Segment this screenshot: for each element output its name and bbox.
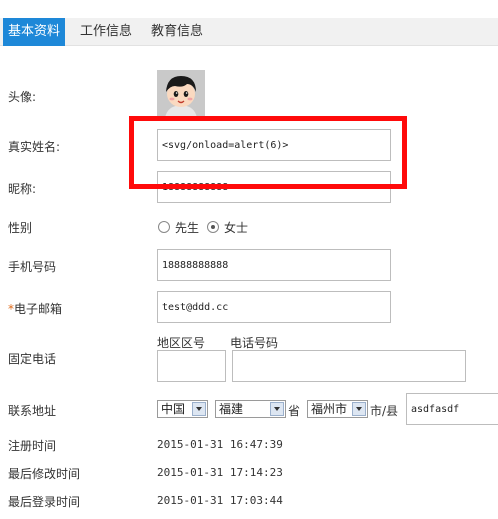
province-suffix: 省 [288, 404, 301, 418]
avatar-label: 头像: [8, 90, 37, 104]
last-login-label: 最后登录时间 [8, 495, 81, 509]
gender-radio-female[interactable] [207, 221, 219, 233]
city-select[interactable]: 福州市 [307, 400, 368, 418]
address-label: 联系地址 [8, 404, 57, 418]
tab-work-info[interactable]: 工作信息 [80, 18, 132, 46]
last-modified-label: 最后修改时间 [8, 467, 81, 481]
city-select-value: 福州市 [311, 402, 348, 416]
phone-label: 固定电话 [8, 352, 57, 366]
address-detail-input[interactable] [406, 393, 498, 425]
province-select-value: 福建 [219, 402, 244, 416]
avatar[interactable] [157, 70, 205, 118]
area-code-input[interactable] [157, 350, 226, 382]
chevron-down-icon [270, 402, 284, 416]
chevron-down-icon [192, 402, 206, 416]
country-select-value: 中国 [161, 402, 186, 416]
city-suffix: 市/县 [370, 404, 399, 418]
phone-number-label: 电话号码 [230, 336, 279, 350]
top-strip [0, 0, 498, 18]
province-select[interactable]: 福建 [215, 400, 286, 418]
country-select[interactable]: 中国 [157, 400, 208, 418]
gender-option-female-label: 女士 [224, 221, 249, 235]
gender-radio-male[interactable] [158, 221, 170, 233]
register-time-label: 注册时间 [8, 439, 57, 453]
mobile-label: 手机号码 [8, 260, 57, 274]
area-code-label: 地区区号 [157, 336, 206, 350]
chevron-down-icon [352, 402, 366, 416]
email-input[interactable] [157, 291, 391, 323]
mobile-input[interactable] [157, 249, 391, 281]
gender-label: 性别 [8, 221, 33, 235]
last-modified-value: 2015-01-31 17:14:23 [157, 466, 283, 479]
gender-option-male-label: 先生 [175, 221, 200, 235]
nickname-label: 昵称: [8, 182, 37, 196]
cartoon-boy-avatar-icon [157, 70, 205, 118]
last-login-value: 2015-01-31 17:03:44 [157, 494, 283, 507]
phone-number-input[interactable] [232, 350, 466, 382]
email-label: *电子邮箱 [8, 300, 62, 317]
tab-education-info[interactable]: 教育信息 [151, 18, 203, 46]
red-highlight-box [129, 116, 407, 189]
email-label-text: 电子邮箱 [14, 302, 63, 316]
register-time-value: 2015-01-31 16:47:39 [157, 438, 283, 451]
real-name-label: 真实姓名: [8, 140, 61, 154]
profile-tab-bar: 基本资料 工作信息 教育信息 [0, 18, 498, 46]
tab-basic-info[interactable]: 基本资料 [3, 18, 66, 46]
